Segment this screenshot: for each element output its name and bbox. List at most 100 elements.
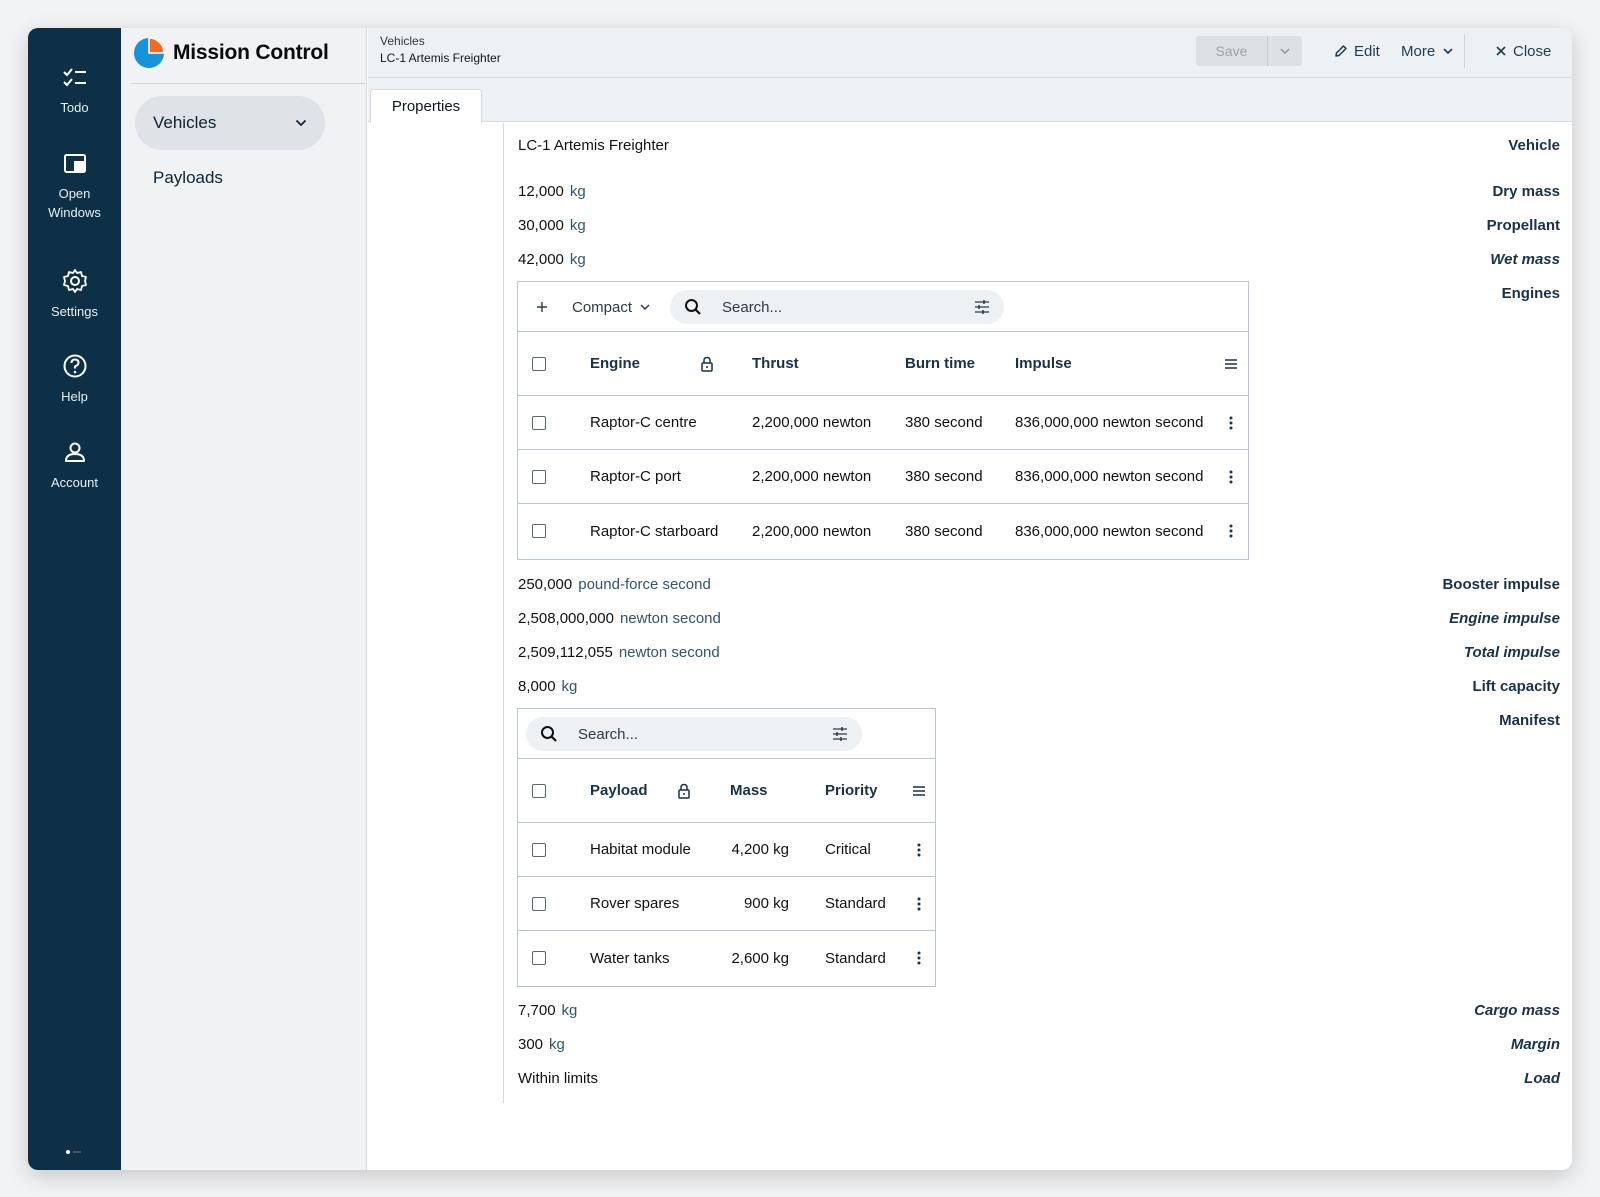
impulse-cell: 836,000,000 newton second [1015,522,1204,540]
payload-name-cell: Water tanks [590,949,670,967]
engines-search-input[interactable]: Search... [670,290,1004,324]
row-checkbox[interactable] [532,877,546,930]
cargo-mass-unit: kg [561,1002,578,1019]
propellant-unit: kg [569,217,586,234]
field-value-propellant: 30,000 kg [518,217,586,234]
thrust-cell: 2,200,000 newton [752,414,872,431]
select-all-checkbox[interactable] [532,332,546,395]
field-label-engines: Engines [1501,285,1560,302]
dry-mass-unit: kg [569,183,586,200]
column-menu-icon[interactable] [1224,332,1238,395]
booster-impulse-unit: pound-force second [578,576,711,593]
column-header-mass[interactable]: Mass [730,759,768,822]
column-menu-icon[interactable] [912,759,926,822]
filter-sliders-icon[interactable] [974,300,990,314]
row-checkbox[interactable] [532,931,546,985]
rail-label-help: Help [61,389,88,404]
row-checkbox[interactable] [532,396,546,449]
burn-time-cell: 380 second [905,468,983,485]
column-header-priority[interactable]: Priority [825,759,878,822]
rail-item-open-windows[interactable]: Open Windows [28,152,121,222]
more-menu-button[interactable]: More [1401,36,1459,66]
engine-name-cell: Raptor-C port [590,468,681,485]
view-mode-dropdown[interactable]: Compact [572,282,650,332]
field-label-dry-mass: Dry mass [1492,183,1560,200]
row-checkbox[interactable] [532,504,546,558]
total-impulse-value: 2,509,112,055 [518,644,613,661]
help-circle-icon [63,354,86,378]
main-panel: Vehicles LC-1 Artemis Freighter Save Edi… [368,28,1572,1170]
rail-item-help[interactable]: Help [28,353,121,406]
field-value-engine-impulse: 2,508,000,000 newton second [518,610,721,627]
row-menu-icon[interactable] [917,823,921,876]
engines-toolbar: Compact Search... [518,282,1248,332]
wet-mass-unit: kg [569,251,586,268]
sidebar-item-payloads[interactable]: Payloads [153,168,223,188]
thrust-cell: 2,200,000 newton [752,468,872,485]
load-value: Within limits [518,1070,599,1087]
sidebar: Mission Control Vehicles Payloads [121,28,367,1170]
select-all-checkbox[interactable] [532,759,546,822]
save-button[interactable]: Save [1196,36,1268,66]
mass-cell: 2,600 kg [731,949,789,967]
column-header-payload[interactable]: Payload [590,759,648,822]
chevron-down-icon [295,119,307,127]
add-engine-button[interactable] [536,282,548,332]
table-row[interactable]: Rover spares 900 kg Standard [518,877,935,931]
filter-sliders-icon[interactable] [832,727,848,741]
field-label-load: Load [1524,1070,1560,1087]
table-row[interactable]: Water tanks 2,600 kg Standard [518,931,935,985]
dry-mass-value: 12,000 [518,183,564,200]
table-row[interactable]: Raptor-C port 2,200,000 newton 380 secon… [518,450,1248,504]
row-menu-icon[interactable] [1229,450,1233,503]
properties-form: Vehicle LC-1 Artemis Freighter Dry mass … [368,123,1572,1170]
table-row[interactable]: Habitat module 4,200 kg Critical [518,823,935,877]
edit-button[interactable]: Edit [1334,36,1380,66]
row-menu-icon[interactable] [1229,504,1233,558]
close-button-label: Close [1513,42,1552,60]
save-options-button[interactable] [1268,36,1302,66]
priority-cell: Critical [825,841,871,858]
field-label-booster-impulse: Booster impulse [1442,576,1560,593]
search-placeholder: Search... [722,298,783,316]
header-bar: Vehicles LC-1 Artemis Freighter Save Edi… [368,28,1572,78]
sidebar-item-vehicles[interactable]: Vehicles [135,96,325,150]
column-header-burn-time[interactable]: Burn time [905,332,975,395]
manifest-search-input[interactable]: Search... [526,717,862,751]
field-label-cargo-mass: Cargo mass [1474,1002,1560,1019]
table-row[interactable]: Raptor-C starboard 2,200,000 newton 380 … [518,504,1248,558]
engine-name-cell: Raptor-C centre [590,414,697,431]
field-value-margin: 300 kg [518,1036,565,1053]
rail-indicator-track [73,1151,81,1153]
breadcrumb-current: LC-1 Artemis Freighter [380,51,501,65]
rail-item-account[interactable]: Account [28,439,121,492]
engines-header-row: Engine Thrust Burn time Impulse [518,332,1248,396]
brand[interactable]: Mission Control [133,35,329,71]
total-impulse-unit: newton second [618,644,720,661]
rail-item-settings[interactable]: Settings [28,268,121,321]
manifest-header-row: Payload Mass Priority [518,759,935,823]
close-button[interactable]: Close [1495,36,1551,66]
rail-item-todo[interactable]: Todo [28,66,121,117]
row-menu-icon[interactable] [1229,396,1233,449]
tab-properties[interactable]: Properties [370,89,482,123]
column-header-engine[interactable]: Engine [590,332,640,395]
field-value-booster-impulse: 250,000 pound-force second [518,576,711,593]
save-button-group: Save [1196,36,1302,66]
row-menu-icon[interactable] [917,931,921,985]
row-checkbox[interactable] [532,450,546,503]
field-label-wet-mass: Wet mass [1490,251,1560,268]
propellant-value: 30,000 [518,217,564,234]
mass-cell: 4,200 kg [731,841,789,858]
row-menu-icon[interactable] [917,877,921,930]
sidebar-item-label: Vehicles [153,113,217,132]
todo-list-icon [62,68,86,87]
priority-cell: Standard [825,895,886,912]
table-row[interactable]: Raptor-C centre 2,200,000 newton 380 sec… [518,396,1248,450]
column-header-thrust[interactable]: Thrust [752,332,799,395]
breadcrumb-parent[interactable]: Vehicles [380,34,425,48]
row-checkbox[interactable] [532,823,546,876]
rail-label-settings: Settings [51,304,98,319]
payload-name-cell: Rover spares [590,895,680,912]
column-header-impulse[interactable]: Impulse [1015,332,1072,395]
